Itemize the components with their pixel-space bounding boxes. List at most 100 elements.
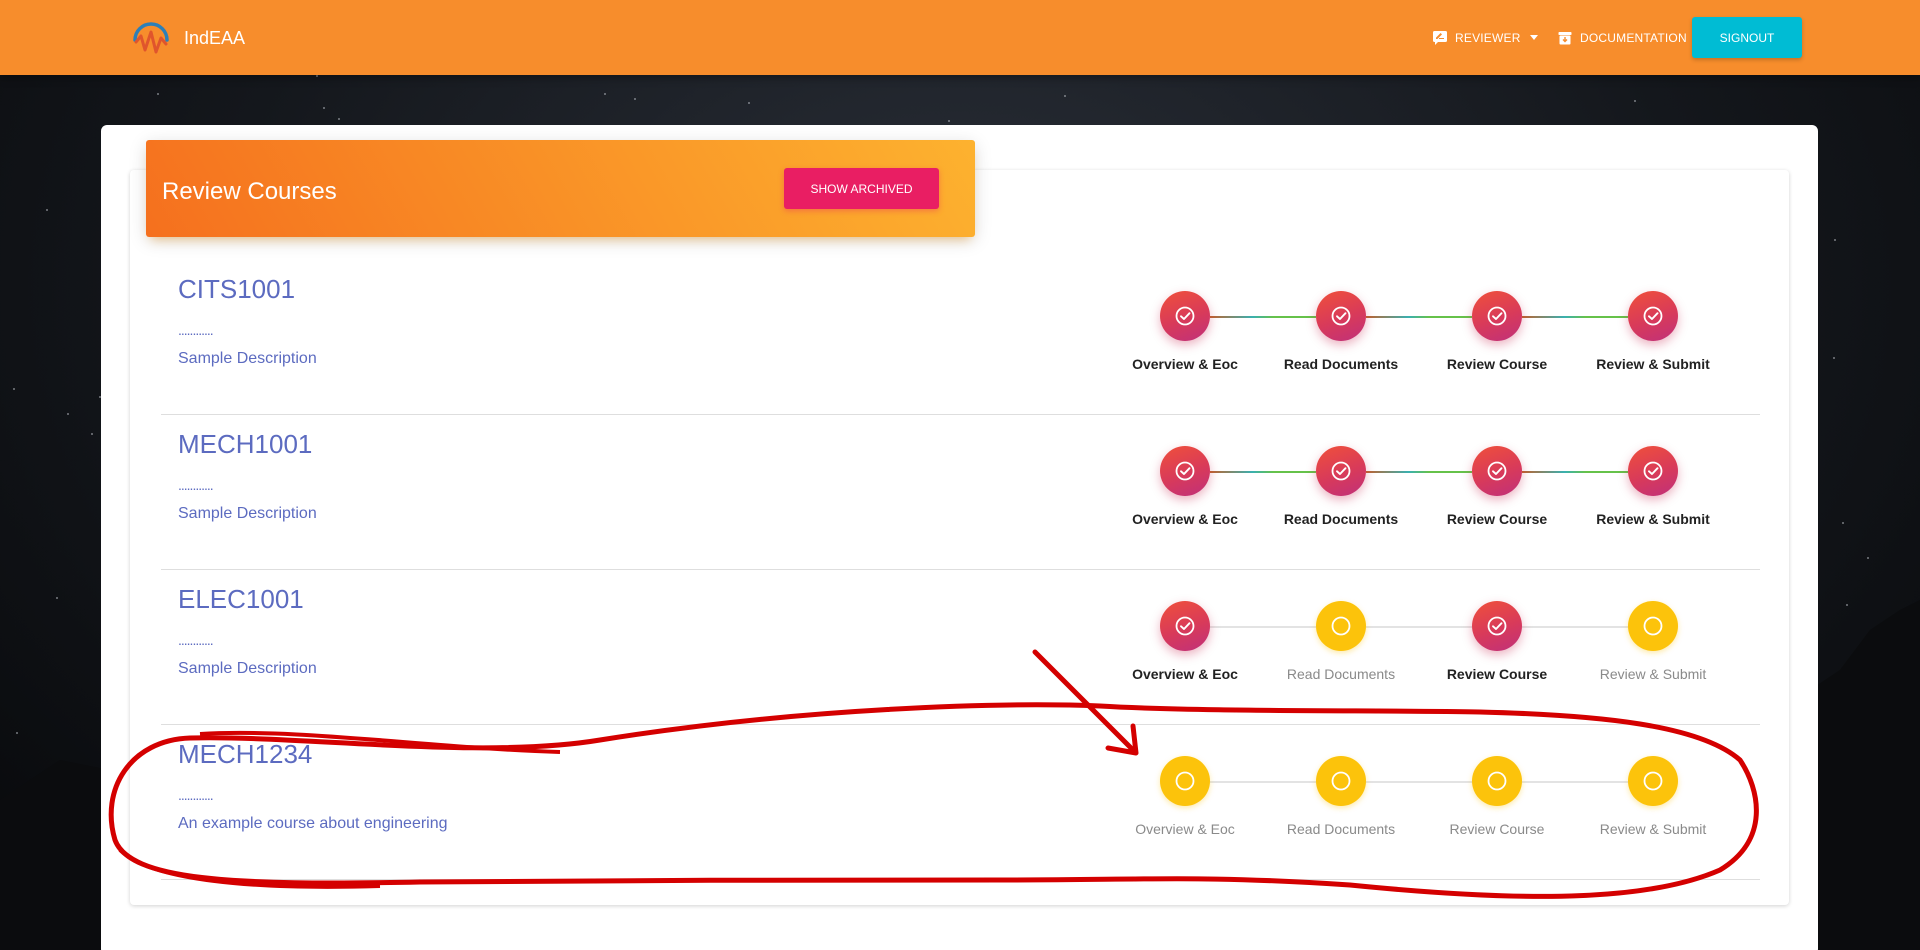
documentation-link[interactable]: DOCUMENTATION [1557,0,1687,75]
empty-circle-icon [1628,756,1678,806]
star [748,102,750,104]
step-read-documents[interactable]: Read Documents [1263,570,1419,725]
step-label: Read Documents [1283,356,1399,372]
star [67,413,69,415]
step-label: Review Course [1446,356,1548,372]
step-label: Review Course [1446,511,1548,527]
reviewer-label: REVIEWER [1455,30,1521,45]
star [1634,100,1636,102]
card-header: Review Courses SHOW ARCHIVED [146,140,975,237]
course-description: An example course about engineering [178,815,448,832]
course-row: CITS1001............ Sample Description Ov… [161,260,1760,415]
star [157,93,159,95]
step-review-course[interactable]: Review Course [1419,415,1575,570]
star [338,118,340,120]
check-circle-icon [1472,291,1522,341]
step-overview-eoc[interactable]: Overview & Eoc [1107,260,1263,415]
course-row: ELEC1001............ Sample Description Ov… [161,570,1760,725]
step-review-submit[interactable]: Review & Submit [1575,415,1731,570]
course-separator-dots: ............ [178,787,214,803]
course-description: Sample Description [178,350,317,367]
course-code-link[interactable]: MECH1001 [178,429,312,460]
brand[interactable]: IndEAA [130,18,245,58]
step-review-submit[interactable]: Review & Submit [1575,725,1731,880]
course-separator-dots: ............ [178,632,214,648]
progress-stepper: Overview & Eoc Read Documents Review Cours… [1107,725,1731,880]
course-row: MECH1234............ An example course ab… [161,725,1760,880]
check-circle-icon [1316,291,1366,341]
step-overview-eoc[interactable]: Overview & Eoc [1107,570,1263,725]
step-label: Review & Submit [1596,356,1710,372]
star [604,93,606,95]
star [1833,357,1835,359]
rate-review-icon [1433,30,1447,45]
step-label: Overview & Eoc [1132,666,1238,682]
step-read-documents[interactable]: Read Documents [1263,415,1419,570]
signout-button[interactable]: SIGNOUT [1692,17,1802,58]
star [16,732,18,734]
step-label: Read Documents [1286,666,1396,682]
star [91,433,93,435]
empty-circle-icon [1316,756,1366,806]
star [323,107,325,109]
step-review-submit[interactable]: Review & Submit [1575,570,1731,725]
course-code-link[interactable]: ELEC1001 [178,584,304,615]
check-circle-icon [1160,446,1210,496]
step-review-course[interactable]: Review Course [1419,260,1575,415]
course-description: Sample Description [178,660,317,677]
step-label: Review & Submit [1599,821,1707,837]
step-label: Overview & Eoc [1135,821,1235,837]
step-label: Review Course [1449,821,1545,837]
star [1064,95,1066,97]
course-row: MECH1001............ Sample Description Ov… [161,415,1760,570]
check-circle-icon [1160,291,1210,341]
step-review-submit[interactable]: Review & Submit [1575,260,1731,415]
course-code-link[interactable]: CITS1001 [178,274,295,305]
empty-circle-icon [1472,756,1522,806]
star [56,597,58,599]
course-code-link[interactable]: MECH1234 [178,739,312,770]
page-title: Review Courses [162,178,337,205]
progress-stepper: Overview & Eoc Read Documents Review Cours… [1107,260,1731,415]
star [1842,522,1844,524]
star [316,75,318,77]
step-review-course[interactable]: Review Course [1419,725,1575,880]
progress-stepper: Overview & Eoc Read Documents Review Cours… [1107,570,1731,725]
step-overview-eoc[interactable]: Overview & Eoc [1107,415,1263,570]
course-separator-dots: ............ [178,322,214,338]
documentation-label: DOCUMENTATION [1580,30,1687,45]
brand-name: IndEAA [184,27,246,48]
step-overview-eoc[interactable]: Overview & Eoc [1107,725,1263,880]
star [46,209,48,211]
show-archived-button[interactable]: SHOW ARCHIVED [784,168,939,209]
empty-circle-icon [1160,756,1210,806]
check-circle-icon [1160,601,1210,651]
check-circle-icon [1316,446,1366,496]
step-label: Overview & Eoc [1132,511,1238,527]
empty-circle-icon [1316,601,1366,651]
star [1846,604,1848,606]
check-circle-icon [1628,291,1678,341]
step-read-documents[interactable]: Read Documents [1263,260,1419,415]
empty-circle-icon [1628,601,1678,651]
brand-logo-icon [133,22,169,54]
check-circle-icon [1628,446,1678,496]
check-circle-icon [1472,446,1522,496]
step-label: Review Course [1446,666,1548,682]
star [948,120,950,122]
star [1834,239,1836,241]
step-label: Overview & Eoc [1132,356,1238,372]
step-label: Read Documents [1283,511,1399,527]
star [634,98,636,100]
step-label: Read Documents [1286,821,1396,837]
step-read-documents[interactable]: Read Documents [1263,725,1419,880]
star [13,388,15,390]
top-navbar: IndEAA REVIEWER DOCUMENTATION SIGNOUT [0,0,1920,75]
step-label: Review & Submit [1596,511,1710,527]
archive-icon [1558,31,1572,44]
course-description: Sample Description [178,505,317,522]
step-label: Review & Submit [1599,666,1707,682]
check-circle-icon [1472,601,1522,651]
reviewer-dropdown[interactable]: REVIEWER [1432,0,1538,75]
step-review-course[interactable]: Review Course [1419,570,1575,725]
